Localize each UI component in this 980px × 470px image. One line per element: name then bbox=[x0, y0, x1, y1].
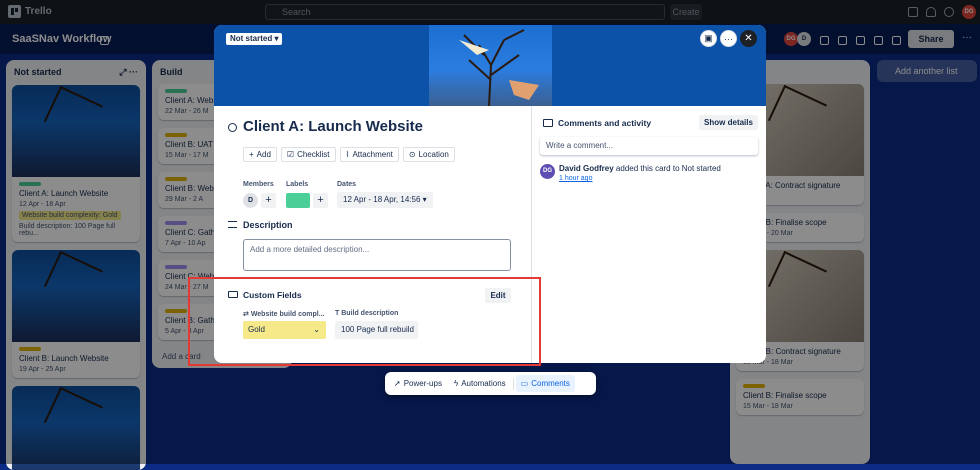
comment-icon: ▭ bbox=[520, 379, 529, 388]
more-icon[interactable]: ··· bbox=[720, 30, 737, 47]
status-label: Not started bbox=[230, 34, 273, 43]
dates-value: 12 Apr - 18 Apr, 14:56 bbox=[343, 195, 421, 204]
add-member-button[interactable]: + bbox=[261, 193, 276, 208]
dates-label: Dates bbox=[337, 181, 357, 188]
cover-image bbox=[429, 25, 552, 106]
plus-icon: + bbox=[249, 150, 254, 159]
highlight-box bbox=[188, 277, 541, 366]
activity-text: added this card to Not started bbox=[615, 164, 721, 173]
members-label: Members bbox=[243, 181, 274, 188]
activity-avatar[interactable]: DG bbox=[540, 164, 555, 179]
comments-panel: Comments and activity Show details Write… bbox=[531, 106, 766, 363]
label-chip[interactable] bbox=[286, 193, 310, 208]
powerups-button[interactable]: ➚ Power-ups bbox=[389, 375, 447, 392]
attachment-label: Attachment bbox=[352, 150, 393, 159]
activity-user[interactable]: David Godfrey bbox=[559, 164, 614, 173]
location-icon: ⊙ bbox=[408, 150, 416, 159]
add-label: Add bbox=[256, 150, 271, 159]
activity-time[interactable]: 1 hour ago bbox=[559, 175, 592, 182]
checklist-icon: ☑ bbox=[286, 150, 295, 159]
lightning-icon: ϟ bbox=[453, 379, 459, 388]
attachment-button[interactable]: ⌇ Attachment bbox=[339, 147, 399, 162]
complete-toggle[interactable] bbox=[228, 123, 237, 132]
comments-heading: Comments and activity bbox=[558, 118, 652, 128]
labels-label: Labels bbox=[286, 181, 309, 188]
dock-divider bbox=[512, 377, 514, 390]
comments-label: Comments bbox=[531, 379, 570, 388]
dates-button[interactable]: 12 Apr - 18 Apr, 14:56 ▾ bbox=[337, 192, 433, 208]
checklist-label: Checklist bbox=[297, 150, 330, 159]
add-button[interactable]: + Add bbox=[243, 147, 277, 162]
activity-entry: David Godfrey added this card to Not sta… bbox=[559, 164, 759, 173]
comment-input[interactable]: Write a comment... bbox=[540, 137, 758, 155]
description-input[interactable]: Add a more detailed description... bbox=[243, 239, 511, 271]
description-heading: Description bbox=[243, 220, 293, 230]
close-icon[interactable]: ✕ bbox=[740, 30, 757, 47]
board-dock: ➚ Power-ups ϟ Automations ▭ Comments bbox=[385, 372, 596, 395]
show-details-button[interactable]: Show details bbox=[699, 115, 758, 130]
location-button[interactable]: ⊙ Location bbox=[402, 147, 455, 162]
comments-button[interactable]: ▭ Comments bbox=[515, 375, 575, 392]
paperclip-icon: ⌇ bbox=[345, 150, 350, 159]
checklist-button[interactable]: ☑ Checklist bbox=[280, 147, 336, 162]
automations-button[interactable]: ϟ Automations bbox=[449, 375, 511, 392]
cover-image-icon[interactable]: ▣ bbox=[700, 30, 717, 47]
location-label: Location bbox=[418, 150, 449, 159]
description-icon bbox=[228, 221, 237, 228]
rocket-icon: ➚ bbox=[394, 379, 401, 388]
powerups-label: Power-ups bbox=[403, 379, 442, 388]
card-title[interactable]: Client A: Launch Website bbox=[243, 118, 423, 135]
comment-icon bbox=[543, 119, 553, 127]
add-label-button[interactable]: + bbox=[313, 193, 328, 208]
automations-label: Automations bbox=[461, 379, 506, 388]
card-cover: Not started ▾ ▣ ··· ✕ bbox=[214, 25, 766, 106]
member-avatar[interactable]: D bbox=[243, 193, 258, 208]
status-dropdown[interactable]: Not started ▾ bbox=[226, 33, 283, 45]
cover-image-art bbox=[459, 29, 539, 106]
